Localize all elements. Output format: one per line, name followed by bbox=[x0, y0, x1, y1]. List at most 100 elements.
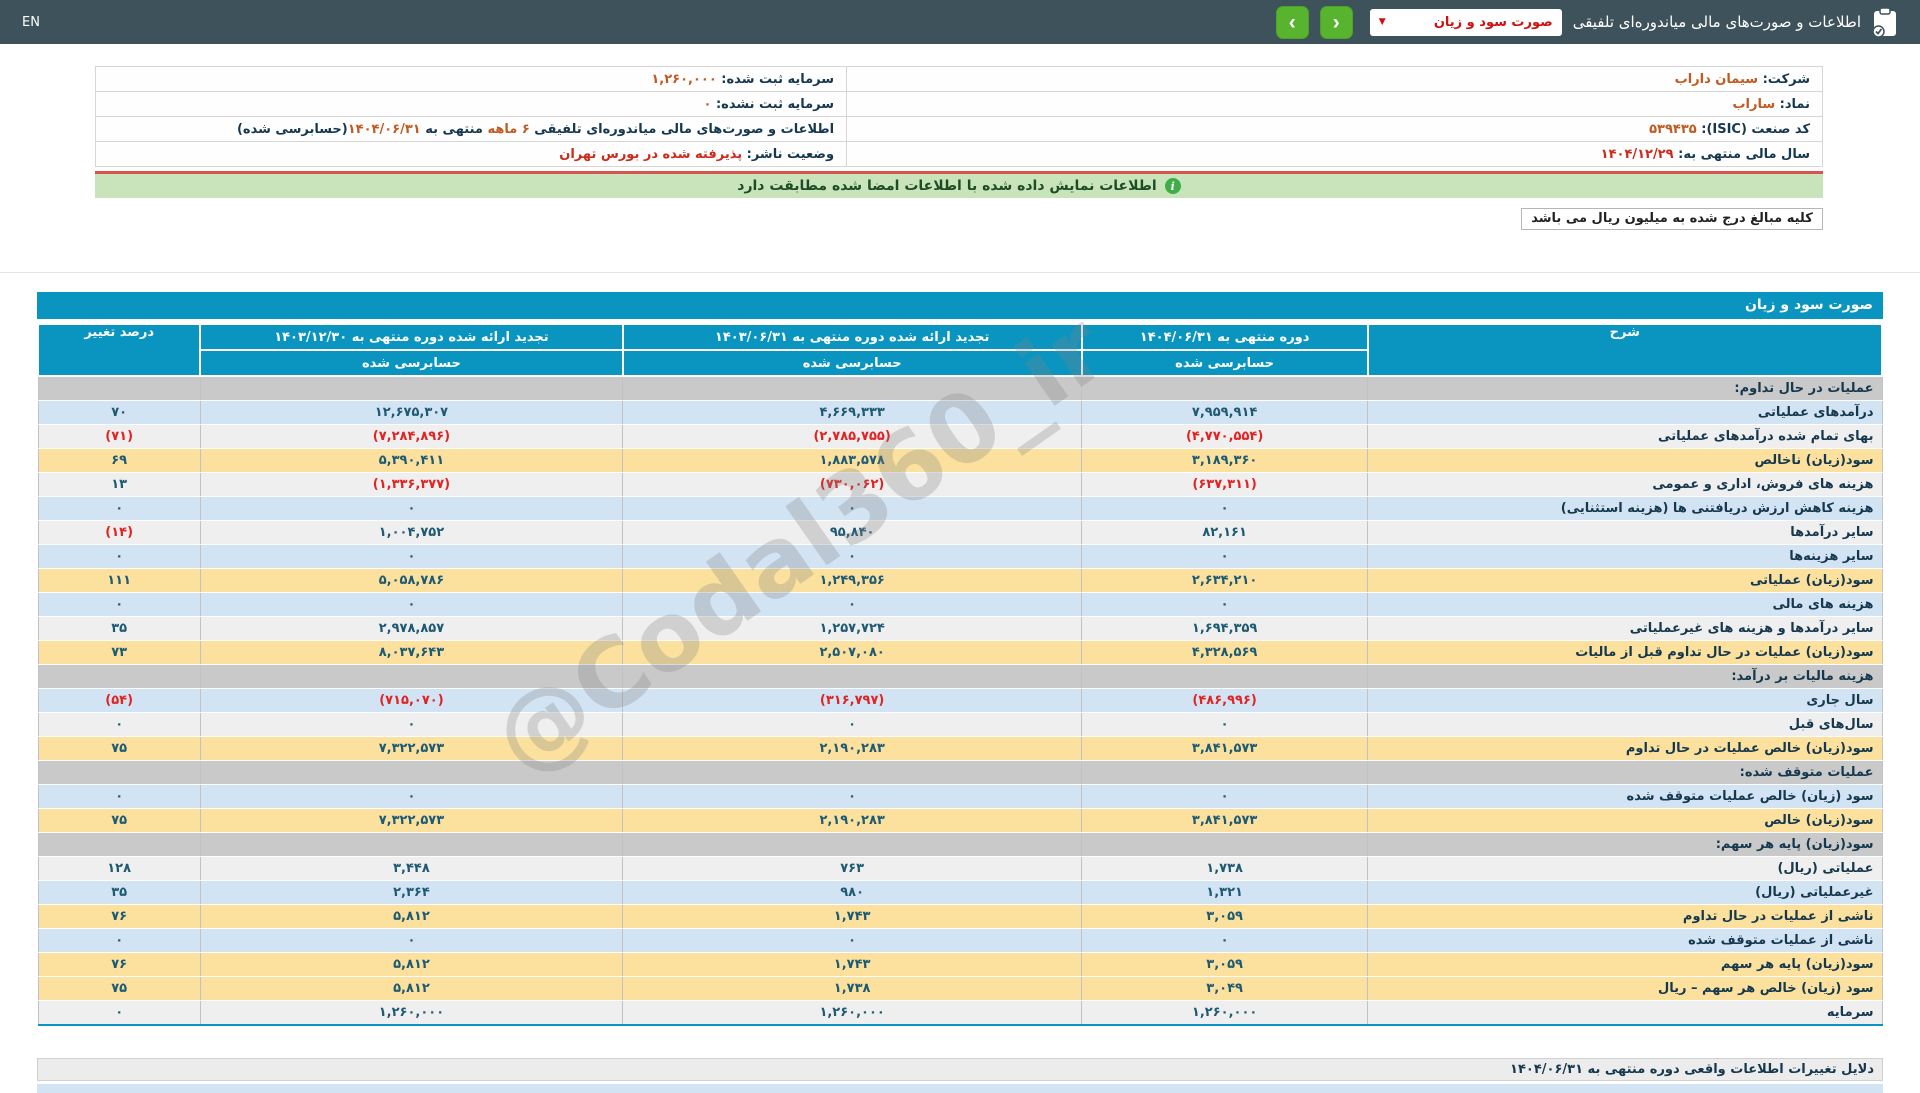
language-toggle[interactable]: EN bbox=[22, 15, 40, 30]
row-label-cell: سایر درآمدها bbox=[1368, 521, 1882, 545]
change-percent-cell: ۰ bbox=[38, 713, 200, 737]
prev-statement-button[interactable]: ‹ bbox=[1276, 6, 1309, 39]
row-label-cell: سود(زیان) عملیات در حال تداوم قبل از مال… bbox=[1368, 641, 1882, 665]
value-cell: (۷۳۰,۰۶۲) bbox=[623, 473, 1082, 497]
row-label-cell: هزینه های فروش، اداری و عمومی bbox=[1368, 473, 1882, 497]
change-percent-cell: ۷۵ bbox=[38, 809, 200, 833]
row-label-cell: سود(زیان) عملیاتی bbox=[1368, 569, 1882, 593]
table-row: ناشی از عملیات در حال تداوم۳,۰۵۹۱,۷۴۳۵,۸… bbox=[38, 905, 1882, 929]
row-label-cell: سود (زیان) خالص عملیات متوقف شده bbox=[1368, 785, 1882, 809]
change-percent-cell: ۷۵ bbox=[38, 977, 200, 1001]
empty-cell bbox=[200, 761, 622, 785]
empty-cell bbox=[623, 761, 1082, 785]
row-label-cell: عملیاتی (ریال) bbox=[1368, 857, 1882, 881]
value-cell: (۳۱۶,۷۹۷) bbox=[623, 689, 1082, 713]
change-percent-cell: ۰ bbox=[38, 785, 200, 809]
empty-cell bbox=[1082, 833, 1368, 857]
statement-type-select-value: صورت سود و زیان bbox=[1434, 15, 1553, 30]
change-percent-cell: ۱۳ bbox=[38, 473, 200, 497]
value-cell: ۰ bbox=[200, 593, 622, 617]
change-percent-cell: ۰ bbox=[38, 929, 200, 953]
empty-cell bbox=[200, 665, 622, 689]
row-label-cell: سود(زیان) پایه هر سهم bbox=[1368, 953, 1882, 977]
company-info-cell-right: شرکت: سیمان داراب bbox=[847, 67, 1823, 92]
company-info-row: کد صنعت (ISIC): ۵۳۹۴۳۵اطلاعات و صورت‌های… bbox=[96, 117, 1823, 142]
info-value: پذیرفته شده در بورس تهران bbox=[559, 147, 742, 162]
company-info-cell-left: سرمایه ثبت نشده: ۰ bbox=[96, 92, 847, 117]
value-cell: ۷,۳۲۲,۵۷۳ bbox=[200, 737, 622, 761]
value-cell: ۰ bbox=[623, 929, 1082, 953]
section-row: عملیات در حال تداوم: bbox=[38, 376, 1882, 401]
section-label-cell: هزینه مالیات بر درآمد: bbox=[1368, 665, 1882, 689]
value-cell: ۱,۷۴۳ bbox=[623, 953, 1082, 977]
company-info-row: نماد: سارابسرمایه ثبت نشده: ۰ bbox=[96, 92, 1823, 117]
value-cell: ۱,۰۰۴,۷۵۲ bbox=[200, 521, 622, 545]
empty-cell bbox=[38, 376, 200, 401]
column-header-description: شرح bbox=[1368, 324, 1882, 376]
value-cell: ۰ bbox=[623, 593, 1082, 617]
info-text-segment: ۱۴۰۴/۰۶/۳۱ bbox=[348, 122, 421, 137]
value-cell: ۰ bbox=[1082, 545, 1368, 569]
value-cell: ۳,۰۵۹ bbox=[1082, 905, 1368, 929]
value-cell: ۱,۲۵۷,۷۲۴ bbox=[623, 617, 1082, 641]
value-cell: ۰ bbox=[623, 785, 1082, 809]
value-cell: ۳,۰۵۹ bbox=[1082, 953, 1368, 977]
column-header-change-percent: درصد تغییر bbox=[38, 324, 200, 376]
value-cell: ۱,۷۴۳ bbox=[623, 905, 1082, 929]
value-cell: ۹۸۰ bbox=[623, 881, 1082, 905]
table-row: سرمایه۱,۲۶۰,۰۰۰۱,۲۶۰,۰۰۰۱,۲۶۰,۰۰۰۰ bbox=[38, 1001, 1882, 1026]
section-row: عملیات متوقف شده: bbox=[38, 761, 1882, 785]
page-title: اطلاعات و صورت‌های مالی میاندوره‌ای تلفی… bbox=[1573, 13, 1861, 31]
info-text-segment: ۶ ماهه bbox=[487, 122, 529, 137]
value-cell: ۵,۳۹۰,۴۱۱ bbox=[200, 449, 622, 473]
column-header-period-1403-12-30: تجدید ارائه شده دوره منتهی به ۱۴۰۳/۱۲/۳۰ bbox=[200, 324, 622, 350]
section-row: سود(زیان) پایه هر سهم: bbox=[38, 833, 1882, 857]
table-row: سایر هزینه‌ها۰۰۰۰ bbox=[38, 545, 1882, 569]
section-label-cell: عملیات در حال تداوم: bbox=[1368, 376, 1882, 401]
row-label-cell: ناشی از عملیات در حال تداوم bbox=[1368, 905, 1882, 929]
value-cell: ۲,۹۷۸,۸۵۷ bbox=[200, 617, 622, 641]
income-statement-table: شرح دوره منتهی به ۱۴۰۴/۰۶/۳۱ تجدید ارائه… bbox=[37, 323, 1883, 1026]
value-cell: (۷,۲۸۴,۸۹۶) bbox=[200, 425, 622, 449]
company-info-table: شرکت: سیمان دارابسرمایه ثبت شده: ۱,۲۶۰,۰… bbox=[95, 66, 1823, 167]
change-percent-cell: ۱۱۱ bbox=[38, 569, 200, 593]
empty-cell bbox=[38, 833, 200, 857]
table-row: هزینه های مالی۰۰۰۰ bbox=[38, 593, 1882, 617]
value-cell: (۴,۷۷۰,۵۵۴) bbox=[1082, 425, 1368, 449]
statement-type-select[interactable]: صورت سود و زیان ▼ bbox=[1370, 9, 1562, 36]
value-cell: ۲,۱۹۰,۲۸۳ bbox=[623, 809, 1082, 833]
value-cell: ۳,۸۴۱,۵۷۳ bbox=[1082, 737, 1368, 761]
company-info-cell-right: سال مالی منتهی به: ۱۴۰۴/۱۲/۲۹ bbox=[847, 142, 1823, 167]
info-label: سرمایه ثبت نشده: bbox=[711, 97, 834, 112]
info-text-segment: منتهی به bbox=[421, 122, 488, 137]
change-percent-cell: ۰ bbox=[38, 1001, 200, 1026]
value-cell: ۲,۳۶۴ bbox=[200, 881, 622, 905]
value-cell: ۲,۱۹۰,۲۸۳ bbox=[623, 737, 1082, 761]
info-text-segment: (حسابرسی شده) bbox=[237, 122, 348, 137]
row-label-cell: سایر هزینه‌ها bbox=[1368, 545, 1882, 569]
value-cell: ۲,۶۳۴,۲۱۰ bbox=[1082, 569, 1368, 593]
change-percent-cell: ۷۵ bbox=[38, 737, 200, 761]
next-statement-button[interactable]: › bbox=[1320, 6, 1353, 39]
info-value: سیمان داراب bbox=[1675, 72, 1758, 87]
empty-cell bbox=[38, 761, 200, 785]
table-row: سود(زیان) عملیات در حال تداوم قبل از مال… bbox=[38, 641, 1882, 665]
value-cell: ۷,۳۲۲,۵۷۳ bbox=[200, 809, 622, 833]
row-label-cell: درآمدهای عملیاتی bbox=[1368, 401, 1882, 425]
column-subheader-audited: حسابرسی شده bbox=[1082, 350, 1368, 376]
change-percent-cell: ۳۵ bbox=[38, 617, 200, 641]
banner-text: اطلاعات نمایش داده شده با اطلاعات امضا ش… bbox=[737, 178, 1156, 194]
value-cell: ۰ bbox=[1082, 593, 1368, 617]
table-row: درآمدهای عملیاتی۷,۹۵۹,۹۱۴۴,۶۶۹,۳۳۳۱۲,۶۷۵… bbox=[38, 401, 1882, 425]
value-cell: ۵,۸۱۲ bbox=[200, 905, 622, 929]
value-cell: ۰ bbox=[200, 785, 622, 809]
value-cell: ۳,۴۴۸ bbox=[200, 857, 622, 881]
empty-cell bbox=[1082, 376, 1368, 401]
change-percent-cell: ۷۶ bbox=[38, 905, 200, 929]
column-subheader-audited: حسابرسی شده bbox=[200, 350, 622, 376]
value-cell: ۰ bbox=[623, 497, 1082, 521]
change-percent-cell: ۱۲۸ bbox=[38, 857, 200, 881]
table-row: عملیاتی (ریال)۱,۷۳۸۷۶۳۳,۴۴۸۱۲۸ bbox=[38, 857, 1882, 881]
change-percent-cell: ۷۳ bbox=[38, 641, 200, 665]
value-cell: ۰ bbox=[623, 713, 1082, 737]
